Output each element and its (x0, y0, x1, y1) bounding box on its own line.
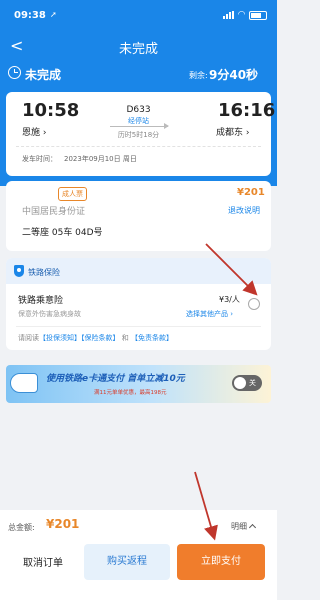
detail-toggle[interactable]: 明细 (231, 521, 257, 532)
location-arrow-icon: ➚ (50, 10, 57, 19)
id-type: 中国居民身份证 (22, 207, 86, 217)
order-status-bar: 未完成 剩余: 9分40秒 (0, 62, 277, 88)
other-products-link[interactable]: 选择其他产品 › (186, 309, 233, 319)
notice-link[interactable]: 【投保须知】 (39, 334, 81, 342)
countdown-timer: 9分40秒 (209, 68, 259, 82)
passenger-card: 成人票 ¥201 中国居民身份证 退改说明 二等座 05车 04D号 (6, 181, 271, 251)
pay-now-button[interactable]: 立即支付 (177, 544, 265, 580)
cancel-order-button[interactable]: 取消订单 (10, 547, 76, 581)
chevron-up-icon (248, 523, 257, 532)
insurance-description: 保意外伤害急病身故 (18, 310, 81, 318)
insurance-product-name: 铁路乘意险 (18, 296, 64, 306)
ticket-price: ¥201 (237, 187, 265, 198)
battery-icon (249, 10, 267, 20)
insurance-card: 铁路保险 铁路乘意险 ¥3/人 保意外伤害急病身故 选择其他产品 › 请阅读【投… (6, 258, 271, 350)
seat-info: 二等座 05车 04D号 (22, 228, 103, 238)
exemption-link[interactable]: 【免责条款】 (131, 334, 173, 342)
refund-rules-link[interactable]: 退改说明 (228, 205, 260, 216)
divider (16, 326, 261, 327)
terms-link[interactable]: 【保险条款】 (81, 334, 120, 342)
status-bar: 09:38 ➚ ◠ (0, 0, 277, 30)
bottom-bar: 总金额: ¥201 明细 取消订单 购买返程 立即支付 (0, 510, 277, 600)
nav-bar: < 未完成 (0, 32, 277, 60)
signal-icon (223, 11, 235, 19)
insurance-price: ¥3/人 (219, 295, 240, 304)
buy-return-button[interactable]: 购买返程 (84, 544, 170, 580)
departure-date: 2023年09月10日 周日 (64, 155, 137, 163)
insurance-header: 铁路保险 (6, 258, 271, 284)
ad-banner[interactable]: 使用铁路e卡通支付 首单立减10元 满11元单单优惠，最高198元 关 (6, 365, 271, 403)
arrival-time: 16:16 (218, 100, 276, 121)
insurance-terms: 请阅读【投保须知】【保险条款】 和 【免责条款】 (18, 334, 173, 342)
shield-icon (14, 265, 24, 277)
toggle-label: 关 (249, 379, 256, 387)
toggle-knob (234, 377, 246, 389)
ad-toggle[interactable]: 关 (232, 375, 262, 391)
divider (16, 146, 261, 147)
remaining-label: 剩余: (189, 71, 208, 80)
ad-subline: 满11元单单优惠，最高198元 (94, 390, 167, 396)
route-arrow (110, 123, 169, 129)
insurance-radio[interactable] (248, 298, 260, 310)
train-illustration-icon (10, 373, 38, 393)
clock-icon (8, 66, 21, 79)
order-status: 未完成 (25, 68, 62, 82)
insurance-title: 铁路保险 (28, 268, 60, 277)
departure-date-label: 发车时间： (22, 155, 57, 163)
ad-headline: 使用铁路e卡通支付 首单立减10元 (46, 374, 185, 384)
status-time: 09:38 (14, 10, 46, 21)
page-title: 未完成 (118, 42, 158, 57)
wifi-icon: ◠ (238, 10, 245, 20)
total-label: 总金额: (8, 523, 35, 532)
train-info-card: 10:58 恩施 › D633 经停站 历时5时18分 16:16 成都东 › … (6, 92, 275, 176)
arrival-station[interactable]: 成都东 › (216, 125, 249, 138)
ticket-type-badge: 成人票 (58, 187, 87, 201)
total-amount: ¥201 (46, 517, 80, 531)
